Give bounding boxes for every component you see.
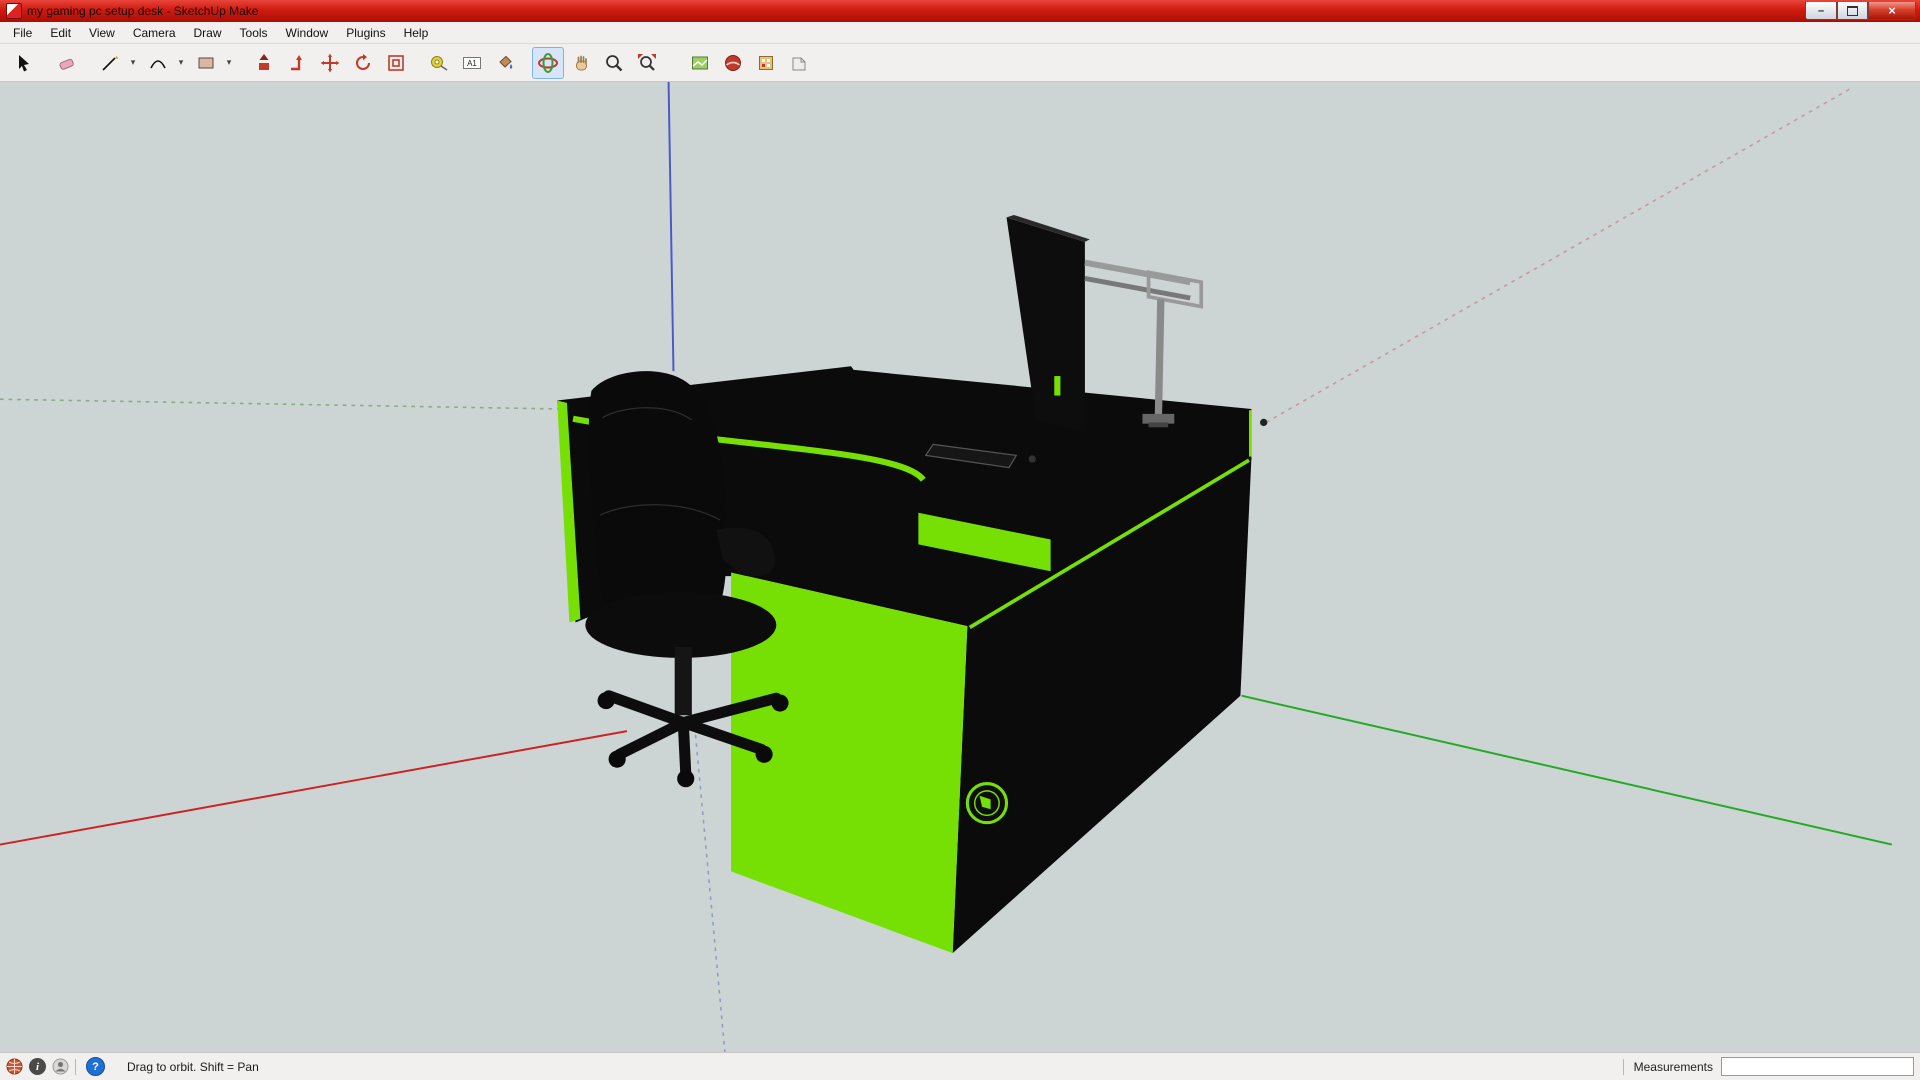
followme-tool-button[interactable]	[281, 47, 313, 79]
chair-wheel	[608, 750, 626, 768]
window-controls: – ×	[1805, 2, 1916, 20]
mouse	[1028, 455, 1036, 463]
followme-icon	[291, 54, 302, 70]
add-location-button[interactable]	[684, 47, 716, 79]
pan-hand-icon	[576, 55, 587, 70]
move-icon	[320, 53, 340, 72]
line-dropdown-arrow[interactable]: ▾	[127, 48, 139, 78]
user-icon[interactable]	[52, 1058, 69, 1075]
menu-file[interactable]: File	[4, 24, 41, 42]
get-models-icon	[792, 57, 806, 70]
orbit-tool-button[interactable]	[532, 46, 564, 79]
chair-wheel	[755, 745, 773, 763]
eraser-icon	[59, 58, 74, 70]
menu-edit[interactable]: Edit	[41, 24, 80, 42]
paint-bucket-icon	[499, 55, 513, 69]
monitor-green-accent	[1054, 376, 1061, 396]
shape-dropdown-arrow[interactable]: ▾	[223, 48, 235, 78]
pushpull-icon	[259, 53, 269, 70]
add-location-icon	[692, 56, 708, 69]
arc-dropdown-arrow[interactable]: ▾	[175, 48, 187, 78]
chair-wheel	[771, 694, 789, 712]
pencil-icon	[102, 55, 118, 71]
arm-clamp	[1142, 413, 1175, 424]
arc-tool-button[interactable]	[142, 47, 174, 79]
restore-icon	[1847, 5, 1858, 16]
photo-textures-button[interactable]	[750, 47, 782, 79]
tape-measure-tool-button[interactable]	[423, 47, 455, 79]
get-models-button[interactable]	[783, 47, 815, 79]
desk-logo-badge	[965, 782, 1009, 825]
pushpull-tool-button[interactable]	[248, 47, 280, 79]
app-icon	[6, 3, 22, 19]
status-bar: i ? Drag to orbit. Shift = Pan Measureme…	[0, 1052, 1920, 1080]
rotate-tool-button[interactable]	[347, 47, 379, 79]
title-bar: my gaming pc setup desk - SketchUp Make …	[0, 0, 1920, 22]
menu-help[interactable]: Help	[395, 24, 438, 42]
tape-measure-icon	[431, 55, 448, 71]
toggle-terrain-button[interactable]	[717, 47, 749, 79]
status-hint: Drag to orbit. Shift = Pan	[127, 1059, 259, 1074]
help-icon[interactable]: ?	[86, 1057, 105, 1076]
arc-icon	[150, 59, 166, 68]
viewport[interactable]	[0, 82, 1920, 1052]
paint-bucket-tool-button[interactable]	[489, 47, 521, 79]
zoom-tool-button[interactable]	[598, 47, 630, 79]
offset-tool-button[interactable]	[380, 47, 412, 79]
dimension-icon: A1	[463, 56, 481, 69]
menu-view[interactable]: View	[80, 24, 124, 42]
zoom-extents-icon	[638, 53, 656, 71]
menu-camera[interactable]: Camera	[124, 24, 185, 42]
select-tool-button[interactable]	[8, 47, 40, 79]
info-icon[interactable]: i	[29, 1058, 46, 1075]
zoom-icon	[606, 54, 623, 71]
chair-wheel	[677, 770, 695, 788]
maximize-button[interactable]	[1837, 2, 1868, 20]
move-tool-button[interactable]	[314, 47, 346, 79]
eraser-tool-button[interactable]	[51, 47, 83, 79]
measurements-input[interactable]	[1721, 1057, 1914, 1076]
window-title: my gaming pc setup desk - SketchUp Make	[27, 4, 259, 18]
photo-textures-icon	[759, 55, 773, 70]
close-button[interactable]: ×	[1868, 2, 1916, 20]
rotate-icon	[356, 53, 370, 70]
menu-draw[interactable]: Draw	[185, 24, 231, 42]
main-toolbar: ▾ ▾ ▾ A1	[0, 44, 1920, 82]
menu-window[interactable]: Window	[277, 24, 338, 42]
measurements-label: Measurements	[1633, 1059, 1713, 1074]
offset-icon	[388, 54, 404, 71]
select-icon	[19, 54, 29, 71]
cursor-dot	[1260, 418, 1268, 427]
dimension-tool-button[interactable]: A1	[456, 47, 488, 79]
chair-cylinder	[674, 646, 692, 716]
measurements-area: Measurements	[1622, 1057, 1914, 1076]
geolocation-icon[interactable]	[6, 1058, 23, 1075]
menu-tools[interactable]: Tools	[231, 24, 277, 42]
line-tool-button[interactable]	[94, 47, 126, 79]
sketchup-window: my gaming pc setup desk - SketchUp Make …	[0, 0, 1920, 1080]
model-canvas	[0, 82, 1920, 1052]
menu-bar: File Edit View Camera Draw Tools Window …	[0, 22, 1920, 44]
rectangle-icon	[198, 57, 214, 68]
pan-tool-button[interactable]	[565, 47, 597, 79]
menu-plugins[interactable]: Plugins	[337, 24, 394, 42]
svg-text:A1: A1	[467, 59, 477, 68]
toggle-terrain-icon	[725, 54, 741, 71]
shape-tool-button[interactable]	[190, 47, 222, 79]
orbit-icon	[538, 52, 558, 73]
arm-pole	[1154, 299, 1165, 418]
chair-wheel	[597, 692, 615, 710]
zoom-extents-tool-button[interactable]	[631, 47, 663, 79]
arm-foot	[1148, 422, 1169, 428]
minimize-button[interactable]: –	[1805, 2, 1837, 20]
